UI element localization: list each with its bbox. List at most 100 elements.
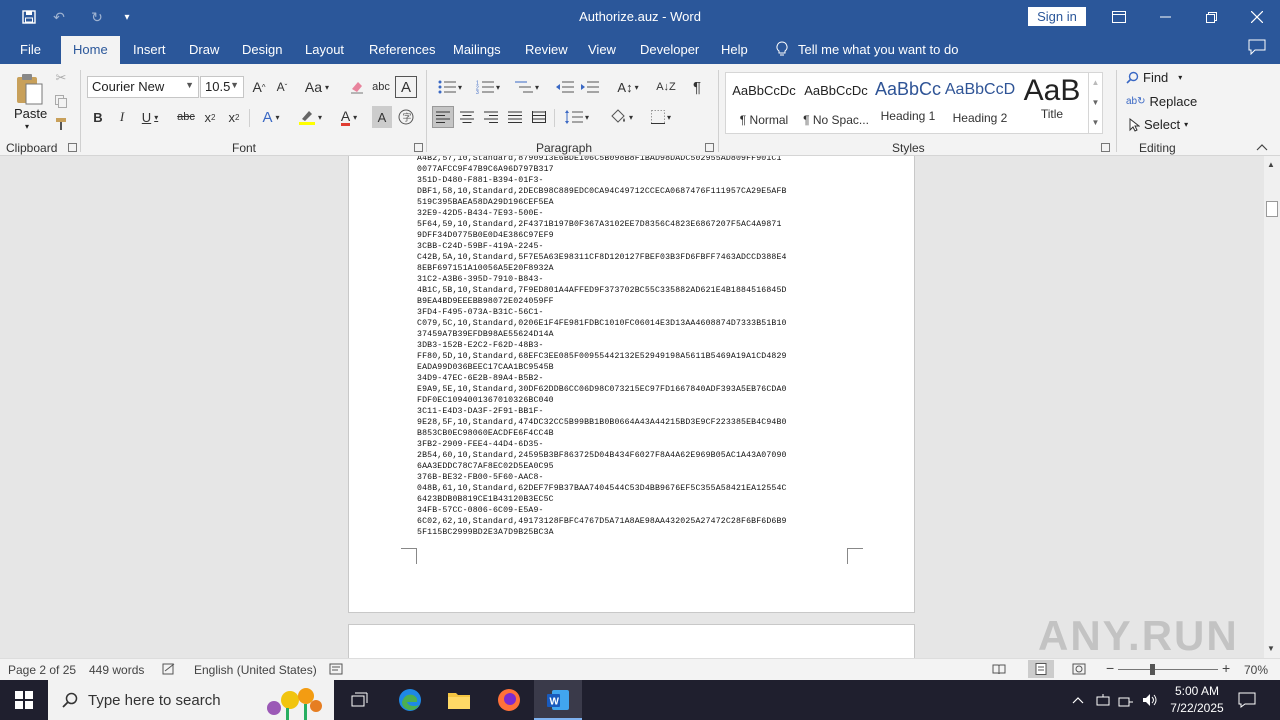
show-hidden-icons[interactable] [1072,680,1084,720]
sign-in-button[interactable]: Sign in [1028,7,1086,26]
tab-help[interactable]: Help [721,42,748,57]
align-center-icon[interactable] [456,106,478,128]
tab-layout[interactable]: Layout [305,42,344,57]
tab-draw[interactable]: Draw [189,42,219,57]
styles-more-icon[interactable]: ▼ [1089,113,1102,133]
tab-view[interactable]: View [588,42,616,57]
vertical-scrollbar[interactable]: ▲ ▼ [1264,156,1280,658]
language-indicator[interactable]: English (United States) [194,663,317,677]
tell-me-search[interactable]: Tell me what you want to do [776,41,958,57]
multilevel-list-icon[interactable]: ▾ [510,76,544,98]
proofing-icon[interactable] [162,663,176,678]
scroll-up-icon[interactable]: ▲ [1267,160,1275,169]
enclose-characters-icon[interactable]: 字 [396,106,416,128]
tab-insert[interactable]: Insert [133,42,166,57]
asian-layout-icon[interactable]: A↕ ▾ [611,76,645,98]
restore-icon[interactable] [1188,0,1234,34]
taskbar-search[interactable]: Type here to search [48,680,334,720]
zoom-level[interactable]: 70% [1244,663,1268,677]
highlight-color-icon[interactable]: ▾ [293,106,327,128]
clear-formatting-icon[interactable] [346,76,368,98]
close-icon[interactable] [1234,0,1280,34]
zoom-slider-track[interactable] [1118,669,1218,670]
edge-browser-icon[interactable] [395,685,425,715]
font-size-combo[interactable]: 10.5 ▼ [200,76,244,98]
style-normal[interactable]: AaBbCcDc ¶ Normal [728,73,800,133]
document-text[interactable]: A4B2,57,10,Standard,8790913E6BDE106C5B09… [417,156,857,538]
paste-dropdown-icon[interactable]: ▾ [25,122,29,131]
styles-launcher-icon[interactable] [1101,143,1110,152]
style-title[interactable]: AaB Title [1016,73,1088,133]
comments-icon[interactable] [1248,39,1266,58]
tab-file[interactable]: File [20,42,41,57]
task-view-icon[interactable] [345,685,375,715]
accessibility-icon[interactable] [329,663,343,678]
web-layout-icon[interactable] [1072,663,1086,678]
firefox-icon[interactable] [494,685,524,715]
font-color-icon[interactable]: A ▾ [332,106,366,128]
undo-icon[interactable]: ↶ [50,8,68,26]
justify-icon[interactable] [504,106,526,128]
select-button[interactable]: Select ▾ [1128,117,1188,132]
shrink-font-icon[interactable]: Aˇ [272,76,292,98]
taskbar-clock[interactable]: 5:00 AM 7/22/2025 [1162,683,1232,717]
minimize-icon[interactable] [1142,0,1188,34]
network-icon[interactable] [1096,680,1110,720]
line-spacing-icon[interactable]: ▾ [560,106,594,128]
style-no-spacing[interactable]: AaBbCcDc ¶ No Spac... [800,73,872,133]
character-border-icon[interactable]: A [395,76,417,98]
next-document-page[interactable] [348,624,915,658]
notifications-icon[interactable] [1238,680,1256,720]
character-shading-icon[interactable]: A [372,106,392,128]
font-launcher-icon[interactable] [414,143,423,152]
collapse-ribbon-icon[interactable] [1256,140,1268,154]
increase-indent-icon[interactable] [579,76,601,98]
zoom-out-icon[interactable]: − [1106,660,1114,676]
word-count[interactable]: 449 words [89,663,144,677]
grow-font-icon[interactable]: A ^ [249,76,269,98]
superscript-icon[interactable]: x2 [224,106,244,128]
show-hide-marks-icon[interactable]: ¶ [686,76,708,98]
tab-design[interactable]: Design [242,42,282,57]
strikethrough-icon[interactable]: abc [175,106,197,128]
format-painter-icon[interactable] [52,115,70,133]
borders-icon[interactable]: ▾ [644,106,678,128]
redo-icon[interactable]: ↻ [88,8,106,26]
zoom-slider-thumb[interactable] [1150,664,1155,675]
tab-home[interactable]: Home [61,36,120,64]
print-layout-icon[interactable] [1028,660,1054,678]
bullets-icon[interactable]: ▾ [434,76,466,98]
word-taskbar-button[interactable]: W [534,680,582,720]
change-case-button[interactable]: Aa ▾ [300,76,334,98]
sort-icon[interactable]: A↓Z [655,76,677,98]
distributed-icon[interactable] [528,106,550,128]
tab-mailings[interactable]: Mailings [453,42,501,57]
tab-review[interactable]: Review [525,42,568,57]
underline-icon[interactable]: U ▾ [136,106,164,128]
tab-developer[interactable]: Developer [640,42,699,57]
align-left-icon[interactable] [432,106,454,128]
zoom-in-icon[interactable]: + [1222,660,1230,676]
decrease-indent-icon[interactable] [554,76,576,98]
style-heading-1[interactable]: AaBbCc Heading 1 [872,73,944,133]
ribbon-display-options-icon[interactable] [1096,0,1142,34]
bold-icon[interactable]: B [88,106,108,128]
windows-start-icon[interactable] [9,685,39,715]
page-count[interactable]: Page 2 of 25 [8,663,76,677]
clipboard-launcher-icon[interactable] [68,143,77,152]
volume-icon[interactable] [1142,680,1158,720]
style-heading-2[interactable]: AaBbCcD Heading 2 [944,73,1016,133]
paste-label[interactable]: Paste [14,106,47,121]
cut-icon[interactable]: ✂ [52,69,70,87]
font-name-combo[interactable]: Courier New ▼ [87,76,199,98]
styles-scroll[interactable]: ▲ ▼ ▼ [1088,72,1103,134]
file-explorer-icon[interactable] [444,685,474,715]
text-effects-icon[interactable]: A ▾ [256,106,286,128]
phonetic-guide-icon[interactable]: abc [370,76,392,98]
subscript-icon[interactable]: x2 [200,106,220,128]
shading-icon[interactable]: ▾ [604,106,638,128]
align-right-icon[interactable] [480,106,502,128]
copy-icon[interactable] [52,92,70,110]
save-icon[interactable] [20,8,38,26]
paragraph-launcher-icon[interactable] [705,143,714,152]
